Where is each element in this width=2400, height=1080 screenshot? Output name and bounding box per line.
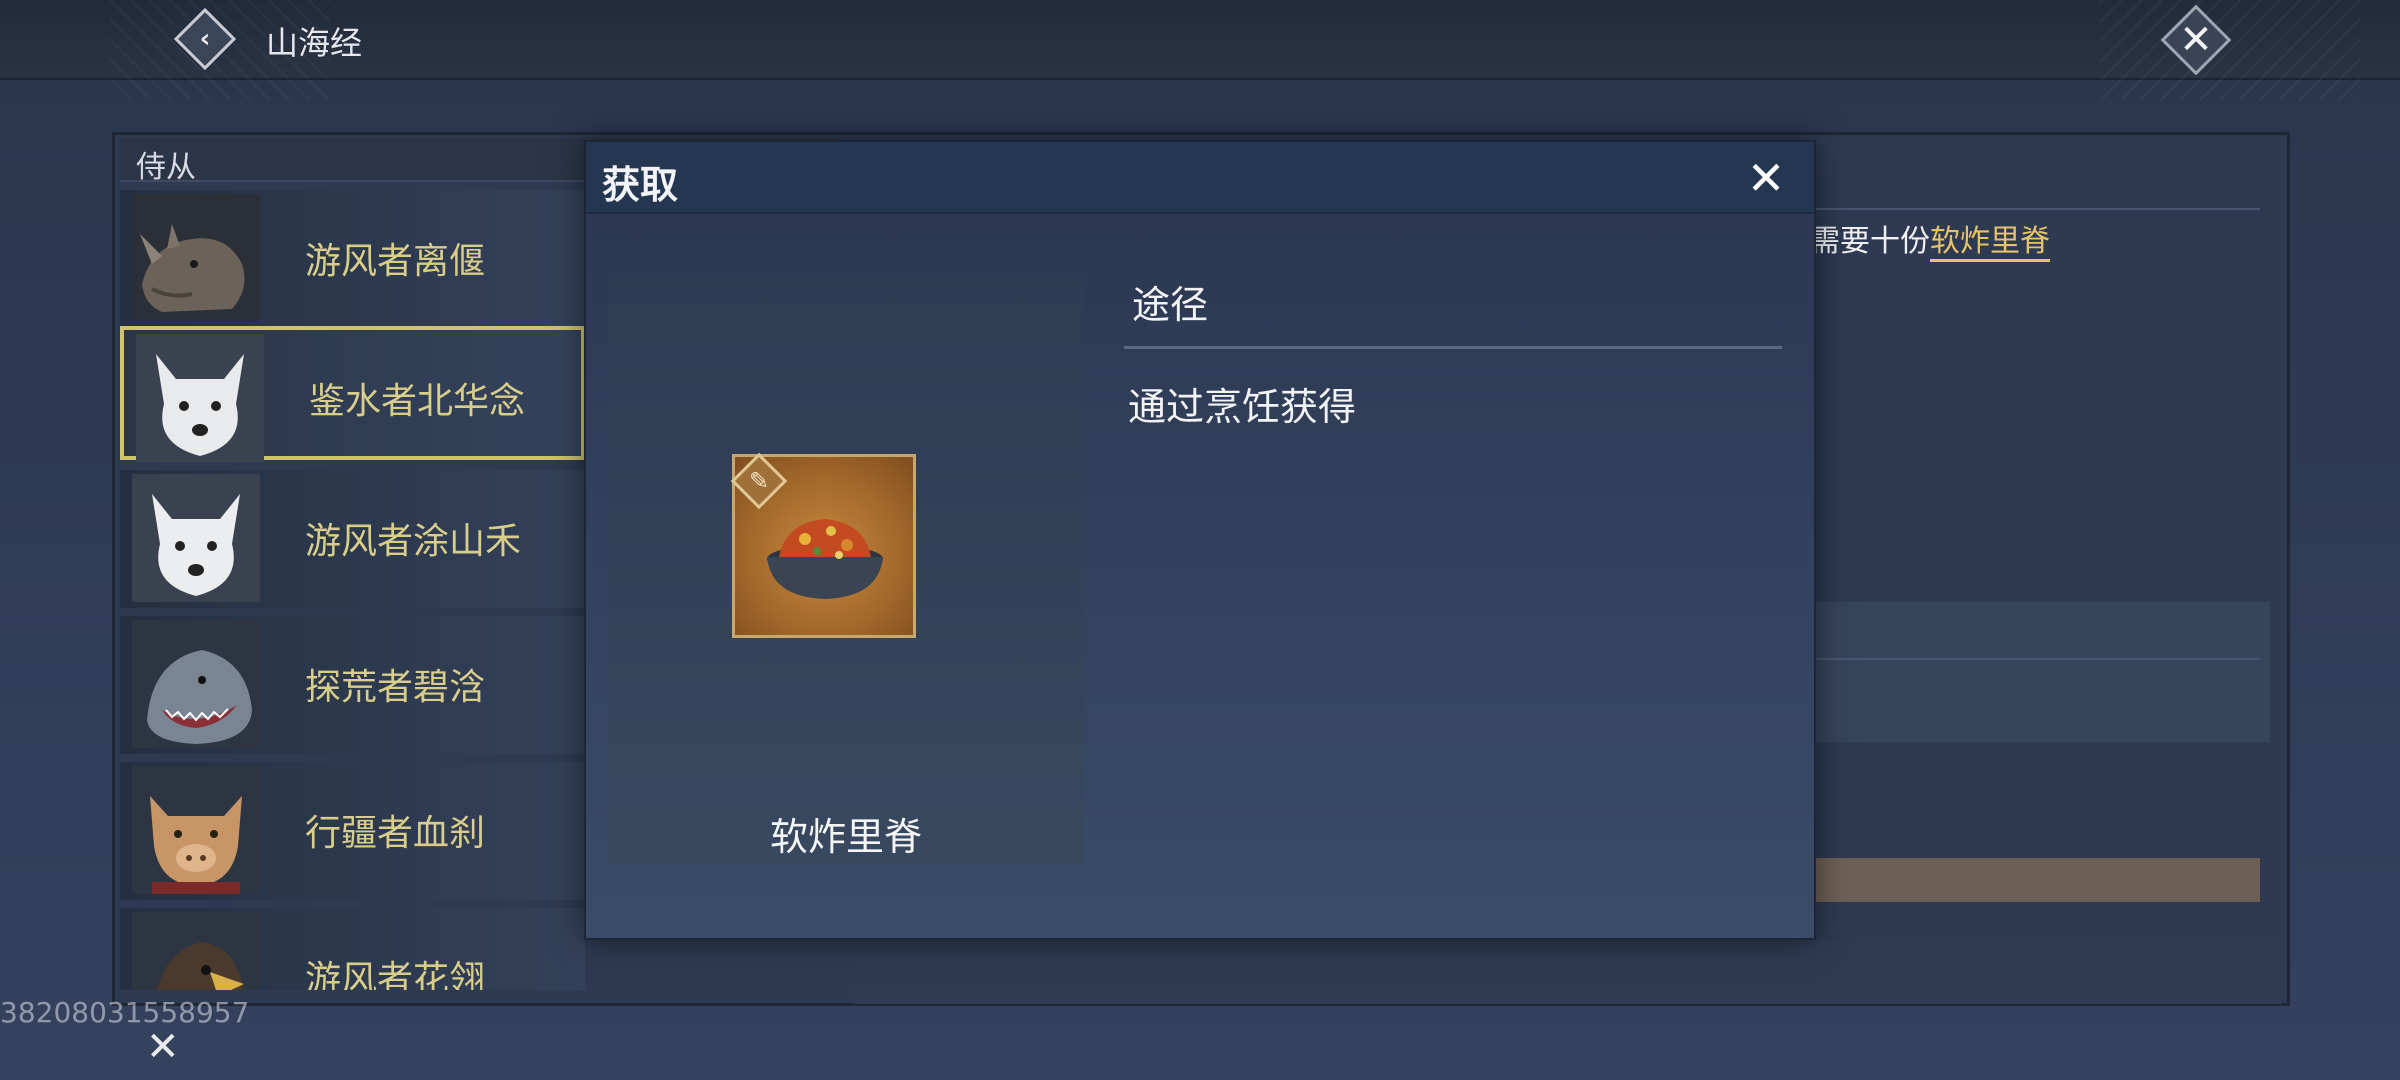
companion-name: 游风者涂山禾 xyxy=(305,521,522,562)
uid-watermark: 38208031558957 xyxy=(0,996,250,1029)
companion-item[interactable]: 探荒者碧浛 xyxy=(120,616,585,754)
close-icon: ✕ xyxy=(1746,151,1786,205)
requirement-text: 需要十份软炸里脊 xyxy=(1810,216,2050,262)
dialog-close-button[interactable]: ✕ xyxy=(1740,151,1792,205)
detail-section xyxy=(1810,602,2270,742)
companion-item[interactable]: 行疆者血刹 xyxy=(120,762,585,900)
progress-bar xyxy=(1810,858,2260,902)
close-icon[interactable]: ✕ xyxy=(146,1024,180,1070)
divider xyxy=(1810,658,2260,660)
shark-portrait xyxy=(132,620,260,748)
acquire-dialog: 获取 ✕ ✎ 软炸里脊 途径 通过烹饪获得 xyxy=(584,140,1816,940)
requirement-item-link[interactable]: 软炸里脊 xyxy=(1930,224,2050,262)
companion-list-title: 侍从 xyxy=(136,150,196,185)
companion-detail-panel: 需要十份软炸里脊 xyxy=(1810,138,2280,998)
companion-name: 游风者花翎 xyxy=(305,959,486,990)
source-item-cooking[interactable]: 通过烹饪获得 xyxy=(1128,376,1356,431)
bottom-strip xyxy=(852,940,2282,1004)
source-section-title: 途径 xyxy=(1132,283,1209,327)
arctic-fox-portrait xyxy=(132,474,260,602)
close-icon: ✕ xyxy=(2179,17,2213,63)
divider xyxy=(1810,208,2260,210)
companion-item-selected[interactable]: 鉴水者北华念 xyxy=(120,326,585,462)
screen: ‹ 山海经 ✕ 侍从 游风者离偃 鉴水者北华念 游风者涂山禾 探荒者碧浛 行疆者… xyxy=(0,0,2400,1080)
dialog-header: 获取 ✕ xyxy=(586,142,1814,214)
requirement-prefix: 需要十份 xyxy=(1810,224,1930,259)
back-button[interactable]: ‹ xyxy=(172,6,238,72)
companion-name: 鉴水者北华念 xyxy=(309,381,526,422)
dialog-title: 获取 xyxy=(602,163,679,207)
top-bar: ‹ 山海经 ✕ xyxy=(0,0,2400,100)
divider xyxy=(1124,346,1782,349)
companion-name: 游风者离偃 xyxy=(305,241,486,282)
companion-item[interactable]: 游风者花翎 xyxy=(120,908,585,990)
companion-name: 行疆者血刹 xyxy=(305,813,486,854)
arctic-fox-portrait xyxy=(136,334,264,462)
item-name: 软炸里脊 xyxy=(769,815,922,859)
boar-portrait xyxy=(132,766,260,894)
rhino-portrait xyxy=(132,194,260,322)
companion-item[interactable]: 游风者涂山禾 xyxy=(120,470,585,608)
fried-tenderloin-bowl-icon[interactable]: ✎ xyxy=(730,452,916,638)
companion-item[interactable]: 游风者离偃 xyxy=(120,190,585,328)
companion-name: 探荒者碧浛 xyxy=(305,667,486,708)
page-title: 山海经 xyxy=(266,24,363,62)
top-close-button[interactable]: ✕ xyxy=(2160,4,2232,76)
chevron-left-icon: ‹ xyxy=(199,24,211,54)
eagle-portrait xyxy=(132,912,260,990)
